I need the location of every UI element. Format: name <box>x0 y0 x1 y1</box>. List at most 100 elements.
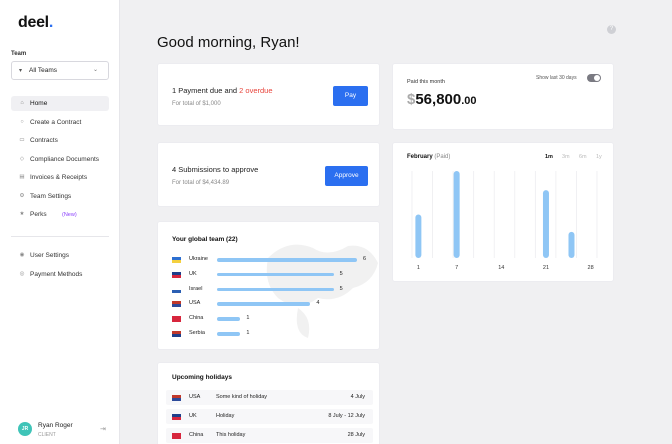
team-icon: ▾ <box>19 68 23 74</box>
team-count: 5 <box>339 285 343 292</box>
sidebar-item-payment-methods[interactable]: ◎ Payment Methods <box>11 267 109 282</box>
x-tick-label: 7 <box>455 265 458 271</box>
sidebar-item-label: Compliance Documents <box>30 155 100 163</box>
nav-icon: ▤ <box>19 174 25 180</box>
page-title: Good morning, Ryan! <box>157 34 300 51</box>
sidebar-divider <box>11 236 109 237</box>
logout-icon[interactable]: ⇥ <box>100 425 106 433</box>
show-last-30-label: Show last 30 days <box>536 75 577 81</box>
team-country-row: Israel 5 <box>172 286 372 296</box>
sidebar-item-home[interactable]: ⌂ Home <box>11 96 109 111</box>
sidebar-item-label: Contracts <box>30 137 58 144</box>
country-name: Israel <box>189 285 203 292</box>
holiday-row[interactable]: China This holiday 28 July <box>166 428 373 443</box>
flag-icon <box>172 257 181 263</box>
pay-button[interactable]: Pay <box>333 86 368 106</box>
team-country-row: Ukraine 6 <box>172 256 372 266</box>
sidebar-item-invoices-receipts[interactable]: ▤ Invoices & Receipts <box>11 170 109 185</box>
flag-icon <box>172 301 181 308</box>
sidebar-item-contracts[interactable]: ▭ Contracts <box>11 133 109 148</box>
sidebar-item-user-settings[interactable]: ◉ User Settings <box>11 248 109 263</box>
team-count: 5 <box>339 270 343 277</box>
nav-icon: ⌂ <box>20 100 24 106</box>
holiday-country: China <box>189 432 204 438</box>
flag-icon <box>172 413 181 420</box>
user-role: CLIENT <box>38 432 56 438</box>
sidebar-item-label: Create a Contract <box>30 118 82 126</box>
nav-icon: ○ <box>20 118 24 125</box>
sidebar-item-label: Home <box>30 100 48 107</box>
submissions-title: 4 Submissions to approve <box>172 165 259 174</box>
user-profile[interactable]: JR Ryan Roger CLIENT ⇥ <box>18 420 113 442</box>
team-country-row: China 1 <box>172 315 372 325</box>
sidebar-item-label: Invoices & Receipts <box>30 174 88 181</box>
chart-bar[interactable] <box>568 231 575 258</box>
submissions-card: 4 Submissions to approve For total of $4… <box>157 142 380 207</box>
team-country-row: Serbia 1 <box>172 330 372 340</box>
team-count-bar <box>217 317 241 321</box>
help-icon[interactable]: ? <box>607 25 616 34</box>
team-select[interactable]: ▾ All Teams ⌄ <box>11 61 109 80</box>
holiday-country: USA <box>189 394 201 400</box>
holiday-row[interactable]: USA Some kind of holiday 4 July <box>166 390 373 405</box>
team-count: 6 <box>363 256 367 262</box>
country-name: UK <box>189 270 197 277</box>
team-country-row: USA 4 <box>172 300 372 310</box>
team-count-bar <box>217 258 357 262</box>
country-name: USA <box>189 300 201 307</box>
sidebar-item-label: Perks <box>30 211 47 218</box>
show-last-30-toggle[interactable] <box>587 74 601 82</box>
holidays-card: Upcoming holidays USA Some kind of holida… <box>157 362 380 444</box>
sidebar-item-team-settings[interactable]: ⚙ Team Settings <box>11 189 109 204</box>
chart-bar[interactable] <box>542 190 549 258</box>
country-name: Ukraine <box>189 256 208 262</box>
deel-logo[interactable]: deel. <box>18 14 53 32</box>
paid-bar-chart: 1 7 14 21 28 <box>411 171 598 271</box>
february-chart-card: February (Paid) 1m 3m 6m 1y 1 7 14 21 28 <box>392 142 614 282</box>
team-count-bar <box>217 302 311 306</box>
user-name: Ryan Roger <box>38 422 73 429</box>
team-count-bar <box>217 287 334 292</box>
x-tick-label: 14 <box>498 265 504 271</box>
country-name: Serbia <box>189 330 205 336</box>
toggle-knob <box>594 75 600 81</box>
payments-due-subtitle: For total of $1,000 <box>172 101 221 107</box>
holiday-date: 8 July - 12 July <box>328 413 365 419</box>
team-count: 1 <box>246 315 250 322</box>
nav-icon: ⚙ <box>19 192 25 199</box>
x-tick-label: 21 <box>543 265 549 271</box>
submissions-subtitle: For total of $4,434.89 <box>172 180 230 186</box>
chart-bar[interactable] <box>415 214 422 259</box>
flag-icon <box>172 394 181 401</box>
flag-icon <box>172 286 181 293</box>
holiday-name: Some kind of holiday <box>216 394 268 400</box>
nav-icon: ◇ <box>19 155 25 162</box>
holiday-date: 28 July <box>347 432 365 438</box>
team-count-bar <box>217 332 241 336</box>
flag-icon <box>172 432 181 439</box>
approve-button[interactable]: Approve <box>325 166 368 186</box>
holidays-title: Upcoming holidays <box>172 374 232 381</box>
sidebar-item-compliance-documents[interactable]: ◇ Compliance Documents <box>11 152 109 167</box>
nav-icon: ★ <box>19 211 25 217</box>
team-count: 1 <box>246 330 250 336</box>
team-count-bar <box>217 272 334 277</box>
x-tick-label: 28 <box>588 265 594 271</box>
chart-bar[interactable] <box>453 171 460 258</box>
flag-icon <box>172 331 181 337</box>
team-select-value: All Teams <box>29 67 58 74</box>
sidebar-item-perks[interactable]: ★ Perks (New) <box>11 207 109 222</box>
holiday-name: Holiday <box>216 413 235 419</box>
flag-icon <box>172 316 181 323</box>
sidebar-item-label: User Settings <box>30 252 70 259</box>
sidebar-item-label: Team Settings <box>30 192 72 200</box>
nav-icon: ◉ <box>19 252 25 258</box>
x-tick-label: 1 <box>417 265 420 271</box>
holiday-row[interactable]: UK Holiday 8 July - 12 July <box>166 409 373 424</box>
sidebar-item-create-a-contract[interactable]: ○ Create a Contract <box>11 115 109 130</box>
nav-icon: ▭ <box>19 137 25 143</box>
nav-icon: ◎ <box>19 270 25 277</box>
chevron-down-icon: ⌄ <box>92 67 98 73</box>
flag-icon <box>172 271 181 278</box>
holiday-date: 4 July <box>350 394 365 400</box>
